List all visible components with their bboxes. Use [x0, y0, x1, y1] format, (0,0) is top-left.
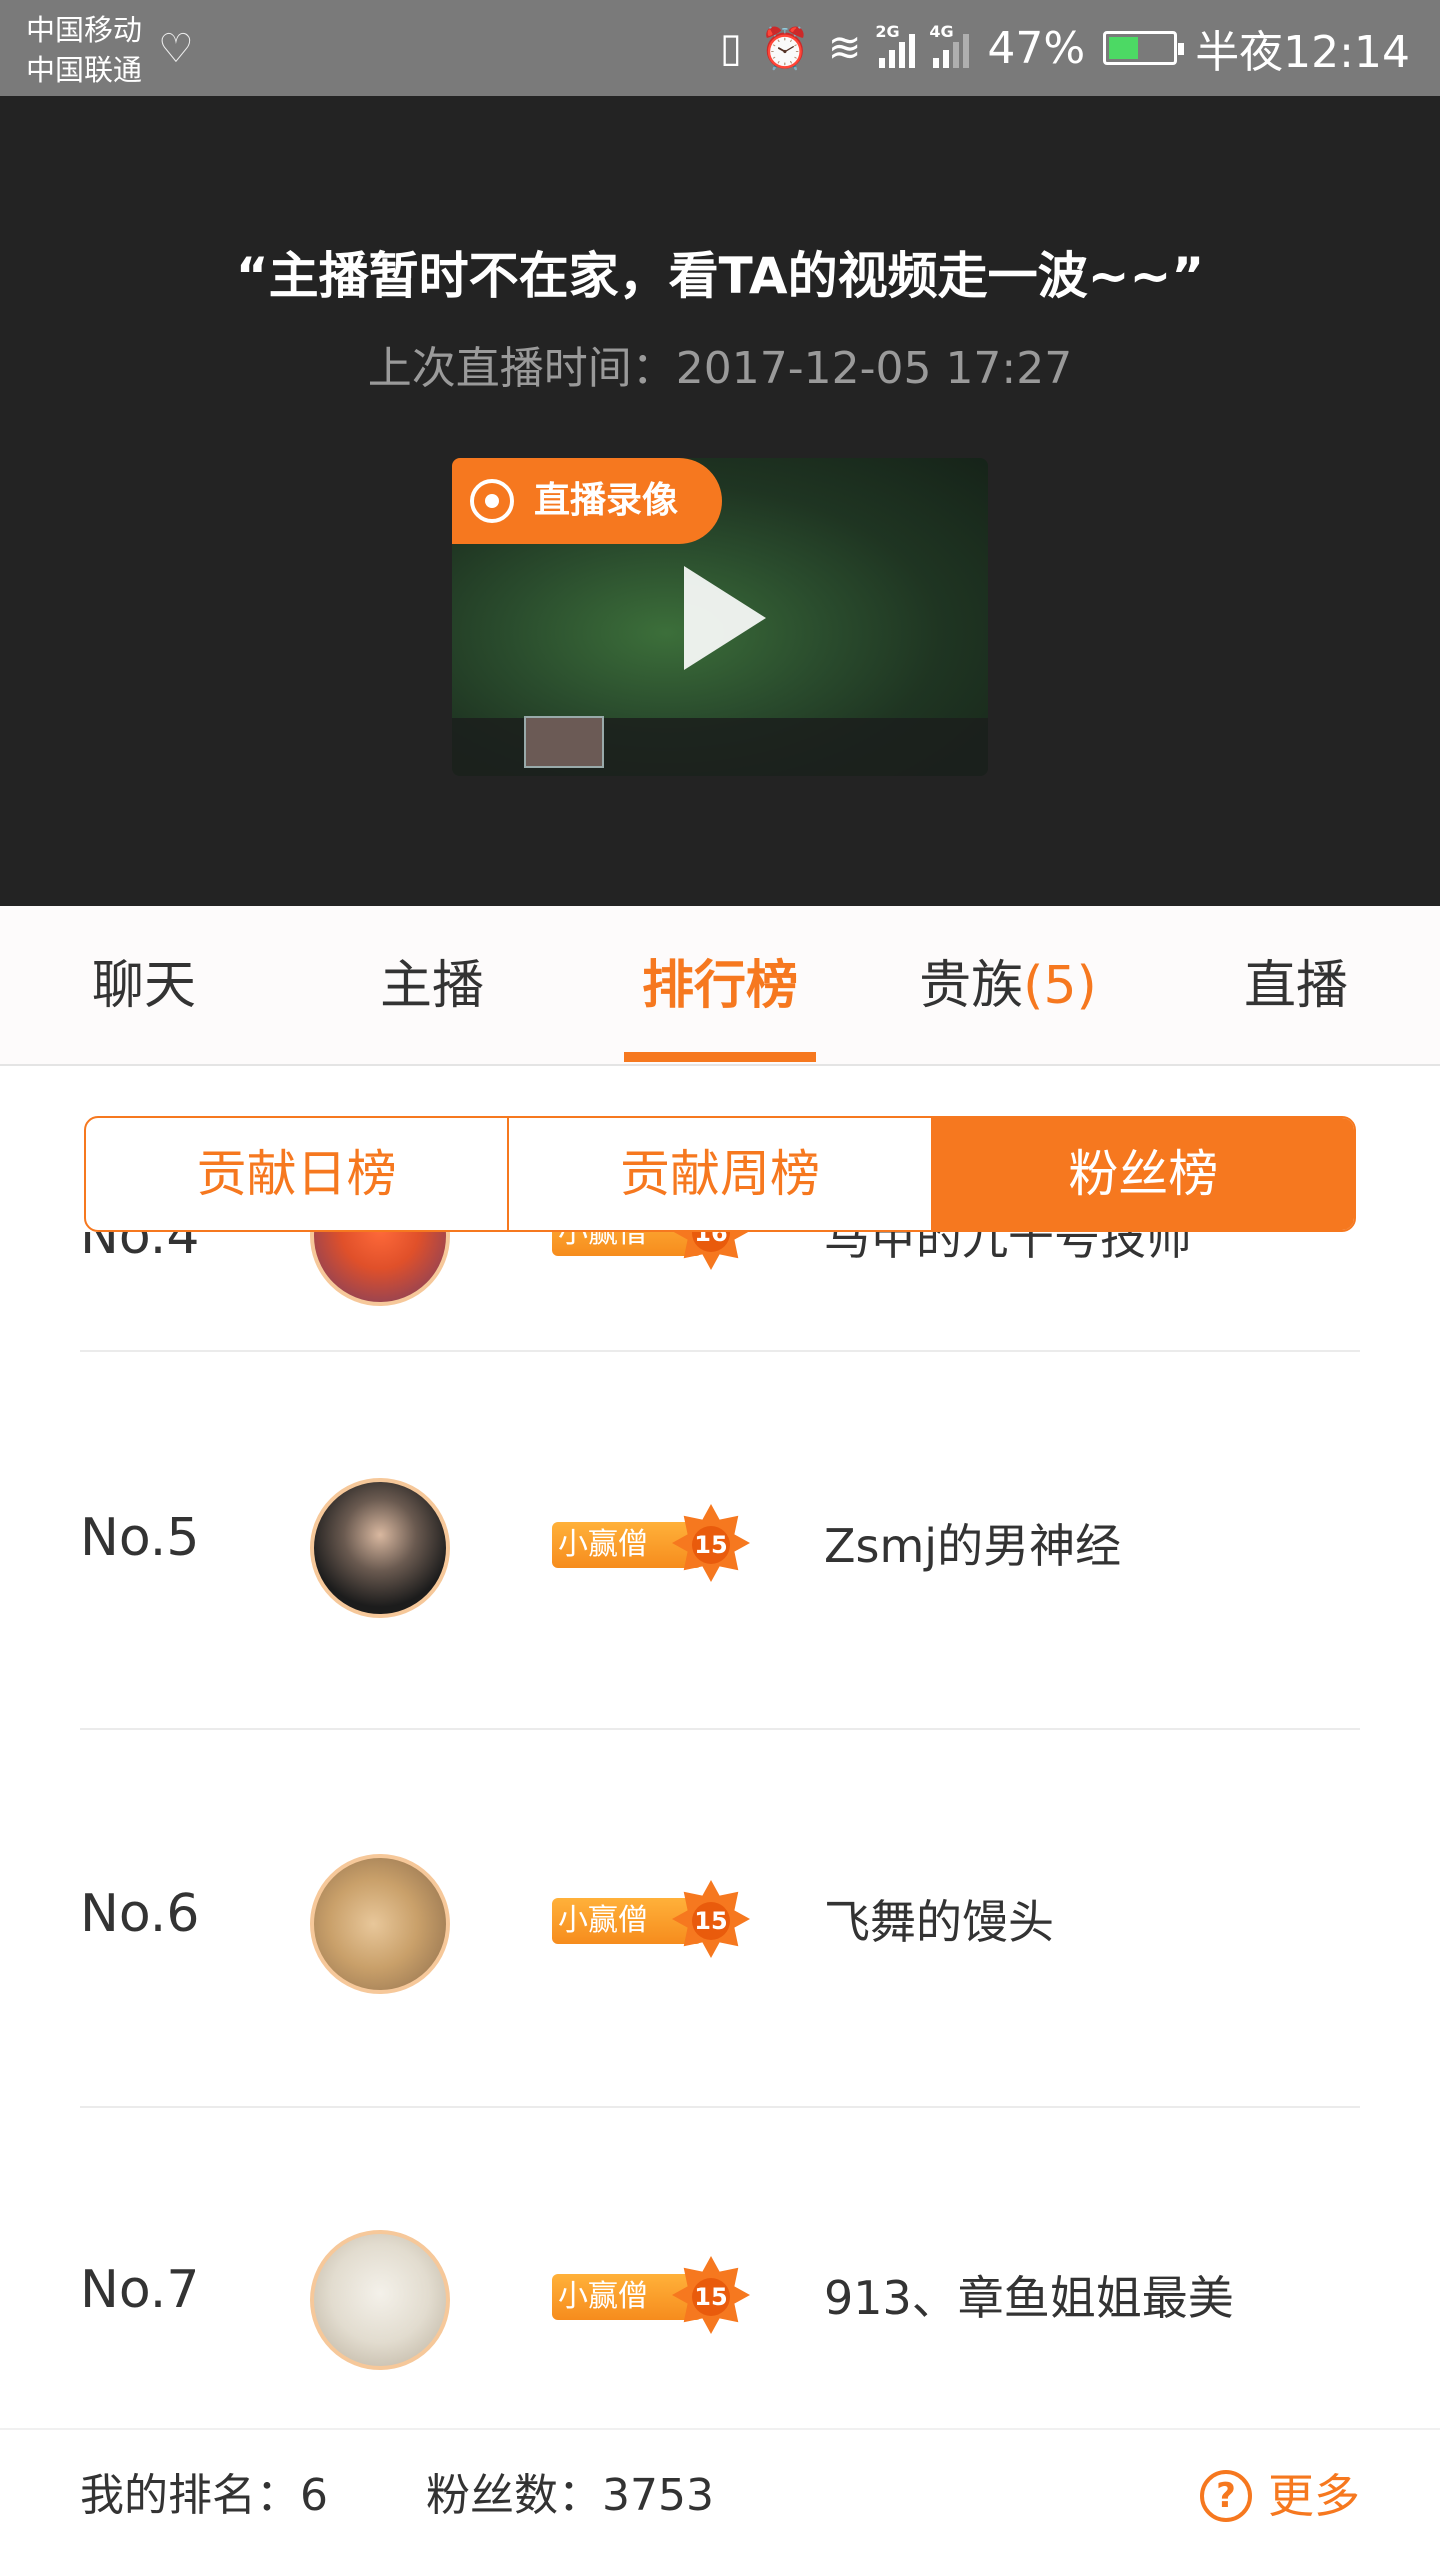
my-rank: 我的排名：6: [80, 2470, 328, 2521]
wifi-icon: ≋: [827, 25, 862, 71]
tab-nobles-label: 贵族: [919, 956, 1024, 1016]
avatar[interactable]: [310, 1232, 450, 1306]
vibrate-icon: ▯: [720, 25, 743, 71]
play-icon[interactable]: [684, 566, 766, 670]
level-badge: 小赢僧 16: [552, 1232, 750, 1270]
signal-4g-icon: 4G: [929, 22, 970, 68]
active-tab-indicator: [624, 1052, 816, 1062]
list-item[interactable]: No.6 小赢僧 15 飞舞的馒头: [80, 1732, 1360, 2108]
offline-headline: “主播暂时不在家，看TA的视频走一波~~”: [235, 247, 1205, 305]
my-rank-bar: 我的排名：6 粉丝数：3753 ? 更多: [0, 2428, 1440, 2560]
fan-count: 粉丝数：3753: [426, 2470, 714, 2521]
level-badge: 小赢僧 15: [552, 1880, 750, 1958]
signal-2g-icon: 2G: [875, 22, 916, 68]
list-item[interactable]: No.5 小赢僧 15 Zsmj的男神经: [80, 1354, 1360, 1730]
list-item[interactable]: No.7 小赢僧 15 913、章鱼姐姐最美: [80, 2110, 1360, 2428]
film-reel-icon: [470, 479, 514, 523]
avatar[interactable]: [310, 2230, 450, 2370]
health-heart-icon: ♡: [158, 26, 194, 72]
status-bar: 中国移动 中国联通 ♡ ▯ ⏰ ≋ 2G 4G 47% 半夜12:14: [0, 0, 1440, 96]
level-badge: 小赢僧 15: [552, 1504, 750, 1582]
help-icon: ?: [1200, 2470, 1252, 2522]
level-label: 小赢僧: [552, 1232, 702, 1256]
rank-number: No.4: [80, 1232, 200, 1266]
main-tabs: 聊天 主播 排行榜 贵族(5) 直播: [0, 906, 1440, 1066]
level-badge: 小赢僧 15: [552, 2256, 750, 2334]
level-number: 15: [692, 2278, 730, 2316]
carrier-1: 中国移动: [26, 13, 143, 47]
segment-fans[interactable]: 粉丝榜: [930, 1118, 1354, 1230]
replay-video-thumbnail[interactable]: 直播录像: [452, 458, 988, 776]
rank-number: No.7: [80, 2260, 200, 2320]
list-item[interactable]: No.4 小赢僧 16 马甲的九千号技师: [80, 1232, 1360, 1352]
avatar[interactable]: [310, 1478, 450, 1618]
carrier-2: 中国联通: [26, 53, 143, 87]
segment-daily[interactable]: 贡献日榜: [86, 1118, 507, 1230]
offline-header: “主播暂时不在家，看TA的视频走一波~~” 上次直播时间：2017-12-05 …: [0, 96, 1440, 906]
rank-number: No.6: [80, 1884, 200, 1944]
status-indicators: ▯ ⏰ ≋ 2G 4G 47% 半夜12:14: [720, 0, 1410, 96]
tab-nobles-count: (5): [1023, 956, 1097, 1016]
tab-chat[interactable]: 聊天: [0, 906, 288, 1066]
signal-2g-label: 2G: [875, 22, 900, 41]
signal-4g-label: 4G: [929, 22, 954, 41]
tab-live[interactable]: 直播: [1152, 906, 1440, 1066]
user-name: 马甲的九千号技师: [824, 1232, 1192, 1265]
battery-icon: [1103, 31, 1185, 65]
segment-weekly[interactable]: 贡献周榜: [507, 1118, 930, 1230]
avatar[interactable]: [310, 1854, 450, 1994]
user-name: 913、章鱼姐姐最美: [824, 2271, 1234, 2325]
last-live-time: 上次直播时间：2017-12-05 17:27: [367, 343, 1073, 394]
level-number: 15: [692, 1902, 730, 1940]
user-name: 飞舞的馒头: [824, 1895, 1054, 1949]
more-label: 更多: [1268, 2469, 1360, 2523]
tab-streamer[interactable]: 主播: [288, 906, 576, 1066]
replay-badge: 直播录像: [452, 458, 723, 544]
tab-nobles[interactable]: 贵族(5): [864, 906, 1152, 1066]
ranking-segment-control: 贡献日榜 贡献周榜 粉丝榜: [84, 1116, 1356, 1232]
level-number: 15: [692, 1526, 730, 1564]
carrier-info: 中国移动 中国联通: [26, 10, 142, 90]
ranking-list[interactable]: No.4 小赢僧 16 马甲的九千号技师 No.5 小赢僧 15 Zsmj的男神…: [0, 1232, 1440, 2428]
alarm-icon: ⏰: [760, 25, 810, 72]
user-name: Zsmj的男神经: [824, 1519, 1122, 1573]
battery-percent: 47%: [987, 22, 1086, 74]
facecam: [524, 716, 604, 768]
rank-number: No.5: [80, 1508, 200, 1568]
more-button[interactable]: ? 更多: [1200, 2430, 1360, 2560]
replay-badge-label: 直播录像: [534, 480, 679, 521]
tab-ranking[interactable]: 排行榜: [576, 906, 864, 1066]
clock: 半夜12:14: [1195, 27, 1410, 78]
